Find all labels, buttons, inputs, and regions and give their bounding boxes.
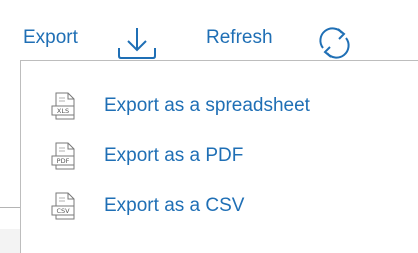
menu-item-label: Export as a PDF (104, 145, 244, 166)
menu-item-export-pdf[interactable]: PDF Export as a PDF (51, 141, 391, 171)
background-divider (0, 207, 20, 208)
menu-item-export-csv[interactable]: CSV Export as a CSV (51, 191, 391, 221)
download-icon[interactable] (116, 26, 158, 62)
csv-badge-text: CSV (56, 207, 70, 215)
menu-item-label: Export as a CSV (104, 195, 245, 216)
xls-file-icon: XLS (51, 92, 75, 120)
export-button[interactable]: Export (23, 22, 78, 54)
pdf-file-icon: PDF (51, 142, 75, 170)
refresh-button[interactable]: Refresh (206, 22, 273, 54)
export-button-label: Export (23, 27, 78, 48)
refresh-icon[interactable] (313, 25, 355, 61)
pdf-badge-text: PDF (57, 157, 70, 165)
export-ui: Export Refresh XLS Export as a spreadshe… (0, 0, 418, 253)
toolbar: Export Refresh (0, 0, 418, 60)
csv-file-icon: CSV (51, 192, 75, 220)
export-dropdown-menu: XLS Export as a spreadsheet PDF Export a… (20, 60, 418, 253)
refresh-button-label: Refresh (206, 27, 273, 48)
menu-item-label: Export as a spreadsheet (104, 95, 310, 116)
xls-badge-text: XLS (57, 107, 69, 115)
menu-item-export-spreadsheet[interactable]: XLS Export as a spreadsheet (51, 91, 391, 121)
